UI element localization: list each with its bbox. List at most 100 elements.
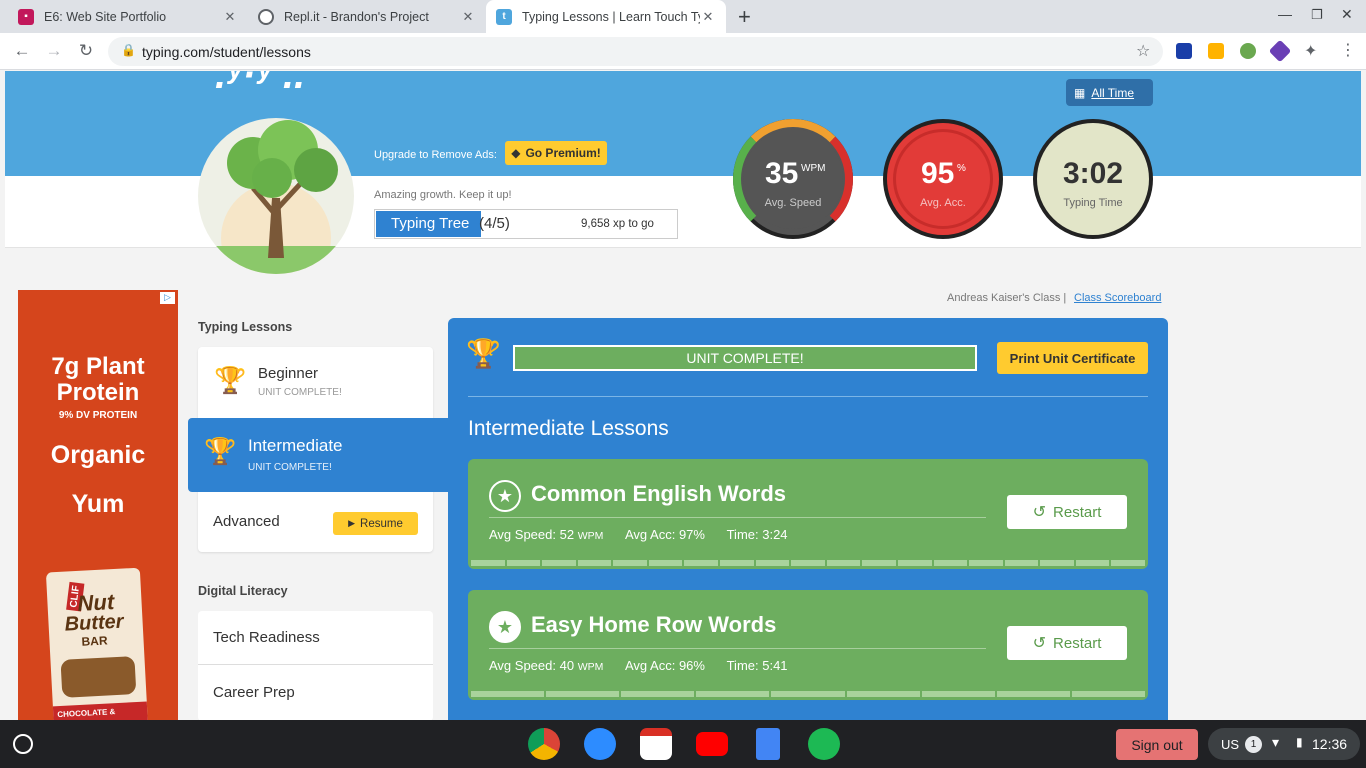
time-value: 3:02 — [1063, 157, 1124, 190]
extensions-puzzle-icon[interactable]: ✦ — [1304, 41, 1317, 61]
digital-literacy-panel: Tech Readiness Career Prep — [198, 611, 433, 720]
go-premium-button[interactable]: ◆ Go Premium! — [505, 141, 607, 165]
wifi-icon: ▾ — [1272, 734, 1280, 750]
ad-line2: Protein — [56, 379, 140, 406]
replit-icon — [258, 8, 274, 25]
extension-cube-icon[interactable] — [1268, 39, 1292, 63]
history-icon: ↺ — [1032, 635, 1047, 652]
unit-trophy-icon: 🏆 — [466, 338, 501, 369]
time-label: Typing Time — [1063, 197, 1123, 209]
sidebar-item-tech-readiness[interactable]: Tech Readiness — [198, 611, 433, 665]
divider — [468, 396, 1148, 397]
intermediate-status: UNIT COMPLETE! — [248, 462, 332, 473]
launcher-icon[interactable] — [13, 734, 33, 754]
spotify-icon[interactable] — [808, 728, 840, 760]
address-bar[interactable]: 🔒 typing.com/student/lessons ☆ — [108, 37, 1163, 66]
tab-replit[interactable]: Repl.it - Brandon's Project ✕ — [248, 0, 486, 33]
star-icon: ★ — [489, 480, 521, 512]
clock: 12:36 — [1312, 736, 1348, 752]
lesson-progress — [471, 691, 1145, 697]
docs-icon[interactable] — [756, 728, 780, 760]
advanced-title: Advanced — [213, 513, 280, 530]
lesson-accuracy: Avg Acc: 96% — [624, 658, 705, 673]
restart-label: Restart — [1053, 634, 1102, 652]
lesson-card[interactable]: ★ Easy Home Row Words Avg Speed: 40 WPM … — [468, 590, 1148, 700]
new-tab-button[interactable]: + — [738, 4, 751, 30]
forward-icon[interactable]: → — [44, 41, 64, 61]
career-prep-label: Career Prep — [213, 684, 295, 701]
back-icon[interactable]: ← — [12, 41, 32, 61]
gmail-icon[interactable] — [640, 728, 672, 760]
restart-label: Restart — [1053, 503, 1102, 521]
lesson-time: Time: 5:41 — [726, 658, 788, 673]
extension-c-icon[interactable] — [1176, 43, 1192, 59]
print-certificate-button[interactable]: Print Unit Certificate — [997, 342, 1148, 374]
sign-out-button[interactable]: Sign out — [1116, 729, 1198, 760]
minimize-icon[interactable]: — — [1278, 6, 1292, 22]
lesson-stats: Avg Speed: 40 WPM Avg Acc: 96% Time: 5:4… — [489, 658, 788, 673]
system-tray[interactable]: US 1 ▾ ▮ 12:36 — [1208, 728, 1360, 760]
lock-icon: 🔒 — [121, 43, 136, 57]
sidebar-item-career-prep[interactable]: Career Prep — [198, 666, 433, 720]
accuracy-label: Avg. Acc. — [920, 197, 966, 209]
browser-tab-bar: ▪ E6: Web Site Portfolio ✕ Repl.it - Bra… — [0, 0, 1366, 33]
slides-icon: ▪ — [18, 8, 34, 25]
lessons-main-panel: 🏆 UNIT COMPLETE! Print Unit Certificate … — [448, 318, 1168, 720]
lesson-divider — [489, 517, 986, 518]
avatar — [198, 118, 354, 274]
ad-line1: 7g Plant — [51, 353, 145, 380]
tree-level: (4/5) — [479, 215, 510, 232]
zoom-icon[interactable] — [584, 728, 616, 760]
sidebar-item-intermediate[interactable]: 🏆 Intermediate UNIT COMPLETE! — [188, 418, 450, 492]
diamond-icon: ◆ — [511, 146, 521, 160]
lesson-card[interactable]: ★ Common English Words Avg Speed: 52 WPM… — [468, 459, 1148, 569]
url-text: typing.com/student/lessons — [142, 44, 311, 60]
trophy-icon: 🏆 — [204, 436, 237, 466]
lesson-speed-unit: WPM — [577, 530, 604, 542]
lesson-stats: Avg Speed: 52 WPM Avg Acc: 97% Time: 3:2… — [489, 527, 788, 542]
sidebar-item-beginner[interactable]: 🏆 Beginner UNIT COMPLETE! — [198, 347, 433, 417]
close-tab-icon[interactable]: ✕ — [460, 9, 476, 25]
calendar-icon: ▦ — [1074, 85, 1086, 100]
menu-dots-icon[interactable]: ⋮ — [1340, 40, 1356, 60]
os-taskbar: Sign out US 1 ▾ ▮ 12:36 — [0, 720, 1366, 768]
resume-label: Resume — [360, 517, 403, 530]
chrome-icon[interactable] — [528, 728, 560, 760]
play-icon: ▶ — [348, 518, 356, 528]
extension-classroom-icon[interactable] — [1208, 43, 1224, 59]
tech-readiness-label: Tech Readiness — [213, 629, 320, 646]
class-scoreboard-link[interactable]: Class Scoreboard — [1074, 292, 1161, 304]
restart-button[interactable]: ↺ Restart — [1007, 495, 1127, 529]
close-tab-icon[interactable]: ✕ — [222, 9, 238, 25]
ad-product3: BAR — [81, 633, 108, 649]
bookmark-star-icon[interactable]: ☆ — [1136, 41, 1150, 61]
adchoices-icon[interactable]: ▷ — [160, 292, 175, 304]
sidebar-item-advanced[interactable]: Advanced ▶ Resume — [198, 495, 433, 552]
page-content: .ʸ·ʸ .. ▦ All Time Upgrade to Remove Ads… — [0, 71, 1366, 720]
star-icon: ★ — [489, 611, 521, 643]
close-tab-icon[interactable]: ✕ — [700, 9, 716, 25]
tab-title: Repl.it - Brandon's Project — [284, 9, 429, 24]
lesson-accuracy: Avg Acc: 97% — [624, 527, 705, 542]
tab-portfolio[interactable]: ▪ E6: Web Site Portfolio ✕ — [8, 0, 248, 33]
advertisement[interactable]: ▷ 7g Plant Protein 9% DV PROTEIN Organic… — [18, 290, 178, 720]
restore-icon[interactable]: ❐ — [1311, 7, 1323, 23]
extension-frog-icon[interactable] — [1240, 43, 1256, 59]
reload-icon[interactable]: ↻ — [76, 41, 96, 61]
tab-typing[interactable]: t Typing Lessons | Learn Touch Ty ✕ — [486, 0, 726, 33]
history-icon: ↺ — [1032, 504, 1047, 521]
ad-product2: Butter — [64, 610, 125, 636]
all-time-button[interactable]: ▦ All Time — [1066, 79, 1153, 106]
tab-title: Typing Lessons | Learn Touch Ty — [522, 9, 700, 24]
youtube-icon[interactable] — [696, 732, 728, 756]
lesson-speed-unit: WPM — [577, 661, 604, 673]
all-time-label: All Time — [1091, 85, 1135, 100]
close-window-icon[interactable]: ✕ — [1341, 6, 1353, 23]
restart-button[interactable]: ↺ Restart — [1007, 626, 1127, 660]
premium-label: Go Premium! — [525, 146, 601, 160]
resume-button[interactable]: ▶ Resume — [333, 512, 418, 535]
lesson-title: Easy Home Row Words — [531, 612, 777, 637]
beginner-title: Beginner — [258, 365, 319, 382]
tree-icon — [198, 120, 354, 274]
tab-title: E6: Web Site Portfolio — [44, 9, 167, 24]
